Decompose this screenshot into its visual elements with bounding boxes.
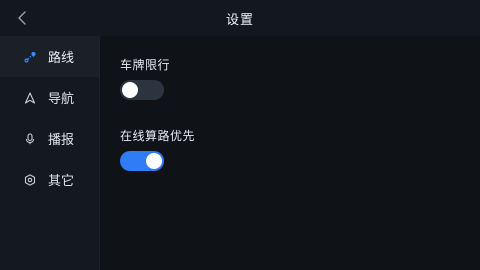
header-bar: 设置: [0, 0, 480, 36]
gear-icon: [24, 173, 36, 186]
sidebar-item-label: 播报: [48, 133, 75, 148]
sidebar-item-other[interactable]: 其它: [0, 159, 99, 200]
toggle-knob: [146, 153, 162, 169]
online-route-priority-toggle[interactable]: [120, 151, 164, 171]
settings-content: 车牌限行 在线算路优先: [100, 36, 480, 270]
chevron-left-icon: [18, 11, 26, 25]
route-icon: [24, 51, 36, 63]
sidebar-item-label: 路线: [48, 51, 75, 66]
setting-online-route-priority: 在线算路优先: [120, 127, 195, 171]
toggle-knob: [122, 82, 138, 98]
sidebar-item-label: 其它: [48, 174, 75, 189]
sidebar: 路线 导航 播报 其它: [0, 36, 100, 270]
page-title: 设置: [225, 12, 254, 28]
setting-license-restriction: 车牌限行: [120, 56, 170, 100]
settings-screen: 设置 路线 导航 播报 其它 车牌限行 在线算路优先: [0, 0, 480, 270]
sidebar-item-navigation[interactable]: 导航: [0, 77, 99, 118]
navigation-arrow-icon: [24, 91, 36, 104]
sidebar-item-broadcast[interactable]: 播报: [0, 118, 99, 159]
license-restriction-toggle[interactable]: [120, 80, 164, 100]
setting-label: 车牌限行: [120, 58, 171, 72]
sidebar-item-route[interactable]: 路线: [0, 36, 99, 77]
sidebar-item-label: 导航: [48, 92, 75, 107]
microphone-icon: [24, 132, 36, 145]
setting-label: 在线算路优先: [120, 129, 196, 143]
back-button[interactable]: [12, 8, 32, 28]
